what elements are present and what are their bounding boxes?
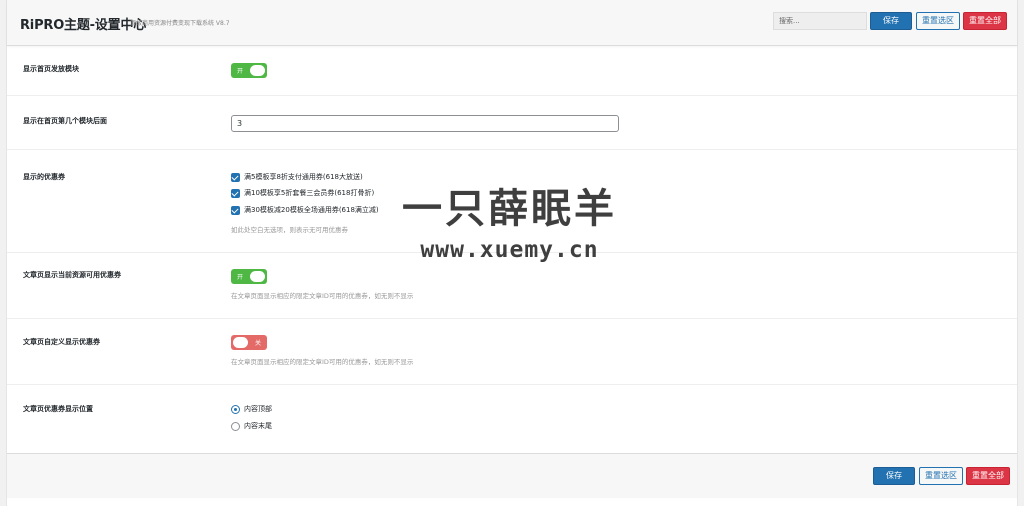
custom-coupons-toggle[interactable]: 关 <box>231 335 267 350</box>
reset-section-button[interactable]: 重置选区 <box>916 12 960 30</box>
module-position-input[interactable] <box>231 115 619 132</box>
radio-selected-icon[interactable] <box>231 404 240 414</box>
toggle-knob <box>233 337 248 348</box>
footer-save-button[interactable]: 保存 <box>873 467 915 485</box>
setting-description: 在文章页面显示相应的限定文章ID可用的优惠券，如无则不显示 <box>231 358 414 366</box>
footer-reset-section-button[interactable]: 重置选区 <box>919 467 963 485</box>
toggle-knob <box>250 65 265 76</box>
radio-option-content-end[interactable]: 内容末尾 <box>231 421 272 431</box>
save-button[interactable]: 保存 <box>870 12 912 30</box>
coupons-description: 如此处空白无选项，则表示无可用优惠券 <box>231 226 348 234</box>
checkbox-checked-icon[interactable] <box>231 205 240 215</box>
page-title: RiPRO主题-设置中心 <box>20 18 147 33</box>
setting-row-coupon-position: 文章页优惠券显示位置 内容顶部 内容末尾 <box>7 385 1017 453</box>
setting-row-post-coupons: 文章页显示当前资源可用优惠券 开 在文章页面显示相应的限定文章ID可用的优惠券，… <box>7 253 1017 319</box>
checkbox-checked-icon[interactable] <box>231 172 240 182</box>
setting-label: 显示在首页第几个模块后面 <box>23 117 107 125</box>
search-input[interactable] <box>773 12 867 30</box>
radio-option-content-top[interactable]: 内容顶部 <box>231 404 272 414</box>
toggle-knob <box>250 271 265 282</box>
coupon-checkbox[interactable]: 满30模板减20模板全场通用券(618满立减) <box>231 205 379 215</box>
toggle-state-label: 开 <box>237 274 244 281</box>
setting-label: 显示首页发放模块 <box>23 65 79 73</box>
toggle-state-label: 关 <box>254 340 261 347</box>
footer-bar: 保存 重置选区 重置全部 <box>7 453 1017 498</box>
toggle-state-label: 开 <box>237 68 244 75</box>
setting-label: 文章页优惠券显示位置 <box>23 405 93 413</box>
home-module-toggle[interactable]: 开 <box>231 63 267 78</box>
setting-label: 显示的优惠券 <box>23 173 65 181</box>
coupon-checkbox[interactable]: 满10模板享5折套餐三会员券(618打骨折) <box>231 188 374 198</box>
setting-row-coupons: 显示的优惠券 <box>7 150 1017 253</box>
reset-all-button[interactable]: 重置全部 <box>963 12 1007 30</box>
setting-label: 文章页显示当前资源可用优惠券 <box>23 271 121 279</box>
setting-row-custom-coupons: 文章页自定义显示优惠券 关 在文章页面显示相应的限定文章ID可用的优惠券，如无则… <box>7 319 1017 385</box>
setting-row-home-module: 显示首页发放模块 开 <box>7 47 1017 96</box>
footer-reset-all-button[interactable]: 重置全部 <box>966 467 1010 485</box>
post-coupons-toggle[interactable]: 开 <box>231 269 267 284</box>
settings-panel: RiPRO主题-设置中心 顶级商用资源付费变现下载系统 V8.7 保存 重置选区… <box>6 0 1018 506</box>
coupon-checkbox[interactable]: 满5模板享8折支付通用券(618大放送) <box>231 172 363 182</box>
setting-label: 文章页自定义显示优惠券 <box>23 338 100 346</box>
checkbox-checked-icon[interactable] <box>231 188 240 198</box>
page-subtitle: 顶级商用资源付费变现下载系统 V8.7 <box>130 20 230 27</box>
header-bar: RiPRO主题-设置中心 顶级商用资源付费变现下载系统 V8.7 保存 重置选区… <box>7 0 1017 46</box>
radio-empty-icon[interactable] <box>231 421 240 431</box>
setting-description: 在文章页面显示相应的限定文章ID可用的优惠券，如无则不显示 <box>231 292 414 300</box>
